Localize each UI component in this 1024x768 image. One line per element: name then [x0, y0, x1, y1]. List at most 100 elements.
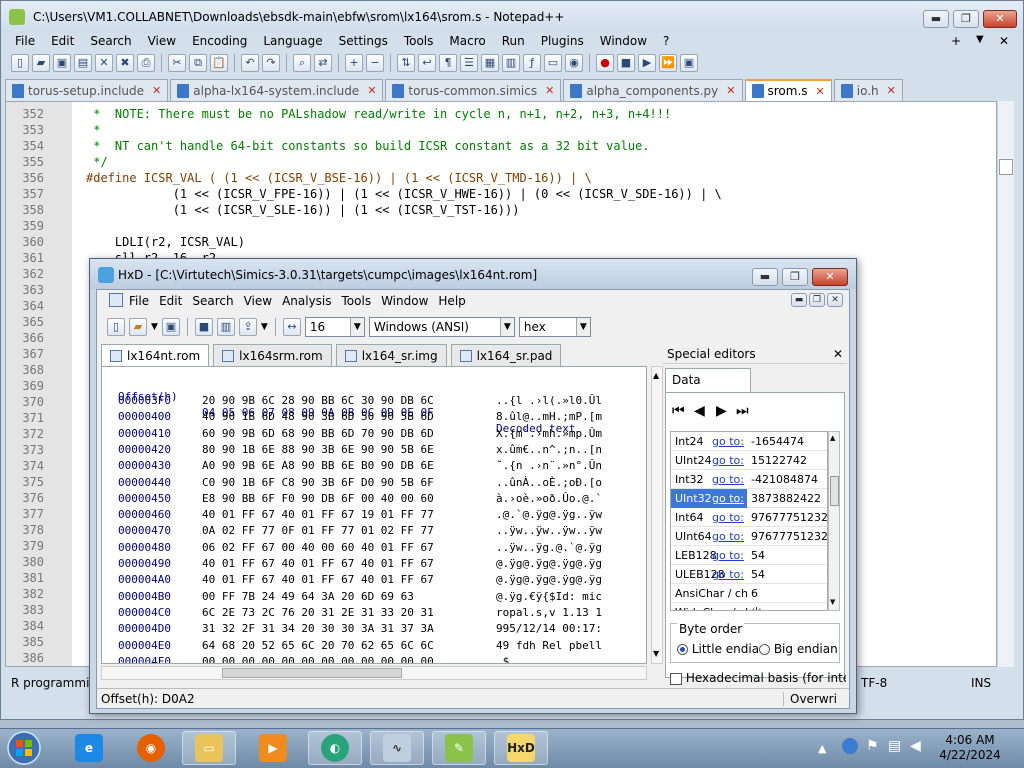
paste-icon[interactable]: 📋: [210, 54, 228, 72]
folder-workspace-icon[interactable]: ▭: [544, 54, 562, 72]
ram-icon[interactable]: ▥: [216, 318, 235, 336]
find-icon[interactable]: ⌕: [293, 54, 311, 72]
record-macro-icon[interactable]: ●: [596, 54, 614, 72]
menu-run[interactable]: Run: [502, 33, 525, 51]
inspector-row[interactable]: UInt64 go to: 976777512328: [671, 527, 827, 546]
language-bar-icon[interactable]: [842, 738, 858, 754]
save-icon[interactable]: ▣: [53, 54, 71, 72]
close-button[interactable]: ✕: [812, 268, 848, 286]
menu-macro[interactable]: Macro: [449, 33, 485, 51]
undo-icon[interactable]: ↶: [241, 54, 259, 72]
big-endian-radio[interactable]: Big endian: [759, 642, 838, 656]
taskbar-hxd[interactable]: HxD: [494, 731, 548, 765]
tab-lx164nt-rom[interactable]: lx164nt.rom: [101, 344, 210, 366]
menu-search[interactable]: Search: [192, 294, 233, 308]
tab-lx164-sr-pad[interactable]: lx164_sr.pad: [450, 344, 562, 366]
taskbar-notepad-plus-plus[interactable]: ✎: [432, 731, 486, 765]
open-dropdown-icon[interactable]: ▼: [151, 322, 158, 332]
scrollbar-thumb[interactable]: [830, 476, 839, 506]
offset-base-select[interactable]: hex ▼: [518, 317, 591, 337]
minimize-button[interactable]: ▬: [752, 268, 778, 286]
bytes-per-row-select[interactable]: 16 ▼: [304, 317, 365, 337]
tab-list-button[interactable]: ▼: [976, 34, 984, 45]
play-macro-icon[interactable]: ▶: [638, 54, 656, 72]
menu-plugins[interactable]: Plugins: [541, 33, 584, 51]
taskbar-firefox[interactable]: ◉: [124, 731, 178, 765]
show-all-chars-icon[interactable]: ¶: [439, 54, 457, 72]
goto-link[interactable]: go to:: [712, 508, 744, 527]
scroll-up-icon[interactable]: ▲: [653, 371, 659, 380]
goto-link[interactable]: go to:: [712, 432, 744, 451]
language-icon[interactable]: ▦: [481, 54, 499, 72]
title-bar[interactable]: C:\Users\VM1.COLLABNET\Downloads\ebsdk-m…: [1, 1, 1023, 33]
new-file-icon[interactable]: ▯: [107, 318, 125, 336]
close-tab-icon[interactable]: ✕: [816, 85, 825, 98]
menu-file[interactable]: File: [15, 33, 35, 51]
goto-link[interactable]: go to:: [712, 546, 744, 565]
function-list-icon[interactable]: ƒ: [523, 54, 541, 72]
previous-icon[interactable]: ◀: [694, 403, 705, 419]
zoom-out-icon[interactable]: −: [366, 54, 384, 72]
sync-scroll-icon[interactable]: ⇅: [397, 54, 415, 72]
taskbar-matlab[interactable]: ∿: [370, 731, 424, 765]
charset-select[interactable]: Windows (ANSI) ▼: [368, 317, 515, 337]
close-tab-icon[interactable]: ✕: [887, 84, 896, 97]
first-icon[interactable]: ⏮: [672, 403, 685, 419]
goto-link[interactable]: go to:: [712, 565, 744, 584]
inspector-scrollbar[interactable]: ▲ ▼: [828, 431, 840, 611]
menu-tools[interactable]: Tools: [404, 33, 434, 51]
hex-horizontal-scrollbar[interactable]: [101, 666, 647, 680]
tab-alpha-components[interactable]: alpha_components.py ✕: [563, 79, 743, 101]
menu-view[interactable]: View: [244, 294, 272, 308]
maximize-button[interactable]: ❐: [953, 10, 979, 28]
inspector-row[interactable]: UInt24 go to: 15122742: [671, 451, 827, 470]
scrollbar-thumb[interactable]: [999, 159, 1013, 175]
stop-macro-icon[interactable]: ■: [617, 54, 635, 72]
scroll-up-icon[interactable]: ▲: [830, 434, 835, 442]
new-file-icon[interactable]: ▯: [11, 54, 29, 72]
maximize-button[interactable]: ❐: [782, 268, 808, 286]
hex-view[interactable]: Offset(h) 04 05 06 07 08 09 0A 0B 0C 0D …: [101, 366, 647, 664]
save-macro-icon[interactable]: ▣: [680, 54, 698, 72]
export-dropdown-icon[interactable]: ▼: [261, 322, 268, 332]
inspector-row[interactable]: LEB128 go to: 54: [671, 546, 827, 565]
doc-close-button[interactable]: ✕: [827, 293, 843, 307]
menu-analysis[interactable]: Analysis: [282, 294, 331, 308]
taskbar-simics[interactable]: ◐: [308, 731, 362, 765]
menu-search[interactable]: Search: [90, 33, 131, 51]
close-tab-icon[interactable]: ✕: [367, 84, 376, 97]
taskbar-file-explorer[interactable]: ▭: [182, 731, 236, 765]
next-icon[interactable]: ▶: [716, 403, 727, 419]
cut-icon[interactable]: ✂: [168, 54, 186, 72]
replace-icon[interactable]: ⇄: [314, 54, 332, 72]
hex-basis-checkbox[interactable]: Hexadecimal basis (for integra: [670, 671, 846, 687]
open-file-icon[interactable]: ▰: [129, 318, 147, 336]
redo-icon[interactable]: ↷: [262, 54, 280, 72]
close-button[interactable]: ✕: [983, 10, 1017, 28]
scroll-down-icon[interactable]: ▼: [830, 598, 835, 606]
scrollbar-thumb[interactable]: [222, 668, 402, 678]
menu-help[interactable]: ?: [663, 33, 669, 51]
last-icon[interactable]: ⏭: [736, 403, 749, 419]
tab-io-h[interactable]: io.h ✕: [833, 79, 903, 101]
new-tab-button[interactable]: +: [951, 34, 961, 48]
run-macro-multiple-icon[interactable]: ⏩: [659, 54, 677, 72]
menu-window[interactable]: Window: [600, 33, 647, 51]
menu-window[interactable]: Window: [381, 294, 428, 308]
close-all-icon[interactable]: ✖: [116, 54, 134, 72]
close-file-icon[interactable]: ✕: [95, 54, 113, 72]
save-icon[interactable]: ▣: [161, 318, 180, 336]
monitoring-icon[interactable]: ◉: [565, 54, 583, 72]
menu-edit[interactable]: Edit: [159, 294, 182, 308]
tab-alpha-lx164-system[interactable]: alpha-lx164-system.include ✕: [170, 79, 384, 101]
menu-settings[interactable]: Settings: [339, 33, 388, 51]
save-all-icon[interactable]: ▤: [74, 54, 92, 72]
inspector-row[interactable]: Int24 go to: -1654474: [671, 432, 827, 451]
volume-icon[interactable]: ◀: [910, 738, 921, 754]
inspector-row[interactable]: Int64 go to: 976777512328: [671, 508, 827, 527]
inspector-row[interactable]: ULEB128 go to: 54: [671, 565, 827, 584]
open-file-icon[interactable]: ▰: [32, 54, 50, 72]
menu-tools[interactable]: Tools: [342, 294, 372, 308]
goto-link[interactable]: go to:: [712, 451, 744, 470]
word-wrap-icon[interactable]: ↩: [418, 54, 436, 72]
